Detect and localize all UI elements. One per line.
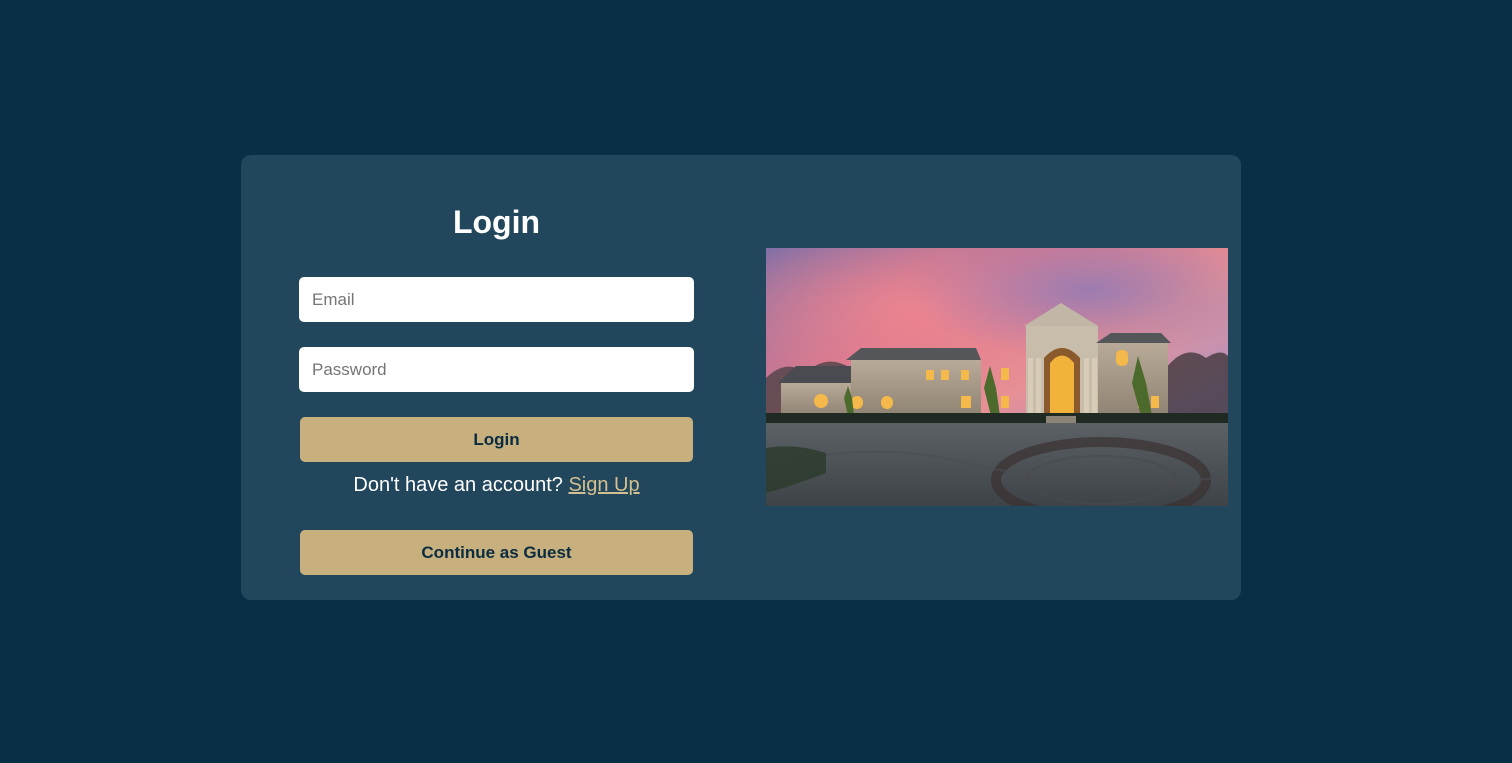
signup-prompt: Don't have an account? Sign Up — [299, 472, 694, 498]
login-card: Login Login Don't have an account? Sign … — [241, 155, 1241, 600]
page-title: Login — [452, 204, 541, 240]
mansion-photo — [766, 248, 1228, 506]
password-field[interactable] — [299, 347, 694, 392]
signup-prompt-text: Don't have an account? — [353, 474, 563, 496]
login-button[interactable]: Login — [300, 417, 693, 462]
email-field[interactable] — [299, 277, 694, 322]
continue-as-guest-button[interactable]: Continue as Guest — [300, 530, 693, 575]
signup-link[interactable]: Sign Up — [568, 474, 639, 496]
